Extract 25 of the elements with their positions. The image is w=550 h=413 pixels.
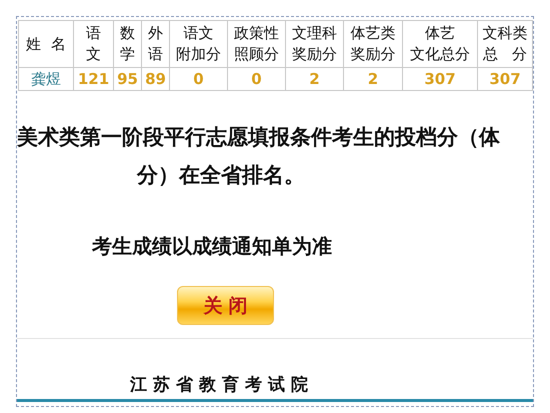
column-header: 体艺类 奖励分 bbox=[344, 20, 402, 68]
notice-text: 分）在全省排名。 bbox=[137, 162, 305, 189]
score-cell: 95 bbox=[114, 68, 142, 90]
score-cell: 307 bbox=[478, 68, 532, 90]
column-header: 语 文 bbox=[74, 20, 114, 68]
score-cell: 0 bbox=[170, 68, 228, 90]
column-header: 文科类 总 分 bbox=[478, 20, 532, 68]
notice-text: 美术类第一阶段平行志愿填报条件考生的投档分（体 bbox=[17, 124, 500, 151]
score-cell: 121 bbox=[74, 68, 114, 90]
score-cell: 2 bbox=[286, 68, 344, 90]
column-header: 语文 附加分 bbox=[170, 20, 228, 68]
column-header: 文理科 奖励分 bbox=[286, 20, 344, 68]
column-header: 外 语 bbox=[142, 20, 170, 68]
note-text: 考生成绩以成绩通知单为准 bbox=[92, 233, 332, 260]
score-cell: 0 bbox=[228, 68, 286, 90]
column-header: 数 学 bbox=[114, 20, 142, 68]
close-button[interactable]: 关闭 bbox=[177, 286, 274, 325]
column-header: 政策性 照顾分 bbox=[228, 20, 286, 68]
name-cell: 龚煜 bbox=[18, 68, 74, 90]
column-header: 体艺 文化总分 bbox=[402, 20, 478, 68]
score-cell: 307 bbox=[402, 68, 478, 90]
score-cell: 2 bbox=[344, 68, 402, 90]
score-cell: 89 bbox=[142, 68, 170, 90]
column-header: 姓 名 bbox=[18, 20, 74, 68]
footer-text: 江苏省教育考试院 bbox=[130, 374, 314, 396]
